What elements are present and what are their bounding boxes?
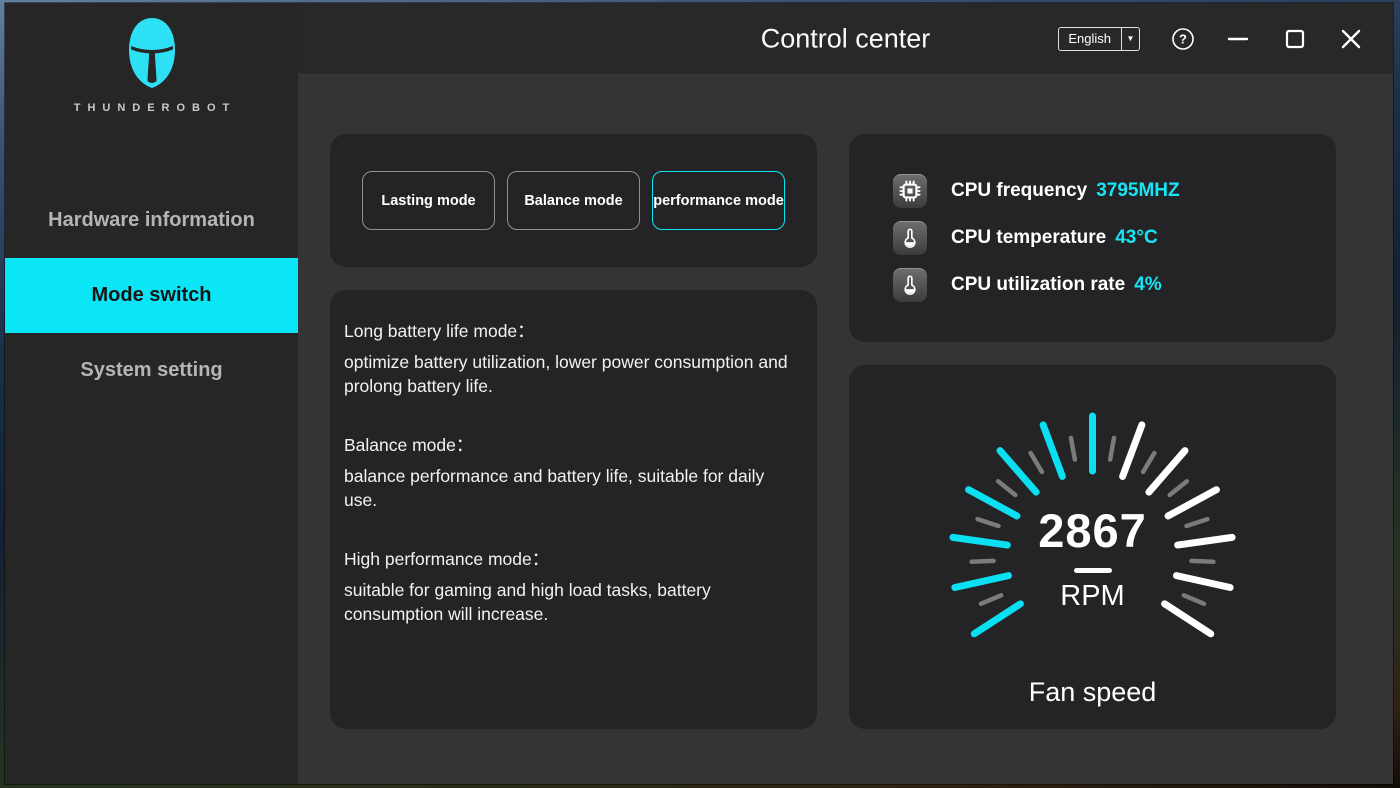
- description-body: balance performance and battery life, su…: [344, 464, 797, 512]
- app-window: THUNDEROBOT Hardware information Mode sw…: [5, 3, 1393, 784]
- stat-value: 43°C: [1115, 227, 1157, 249]
- balance-mode-button[interactable]: Balance mode: [507, 171, 640, 230]
- minimize-button[interactable]: [1225, 26, 1251, 52]
- close-button[interactable]: [1338, 26, 1364, 52]
- svg-text:?: ?: [1179, 31, 1187, 46]
- thunderobot-helmet-icon: [120, 15, 184, 91]
- description-balance: Balance mode： balance performance and ba…: [344, 432, 797, 512]
- thermometer-icon: [893, 221, 927, 255]
- language-selector-value: English: [1059, 28, 1121, 50]
- mode-button-row: Lasting mode Balance mode performance mo…: [330, 134, 817, 230]
- sidebar-item-system-setting[interactable]: System setting: [5, 333, 298, 408]
- stat-value: 3795MHZ: [1096, 180, 1179, 202]
- help-button[interactable]: ?: [1171, 27, 1195, 51]
- language-selector[interactable]: English ▼: [1058, 27, 1140, 51]
- cpu-temperature-row: CPU temperature 43°C: [893, 221, 1336, 255]
- description-heading: Long battery life mode：: [344, 318, 797, 344]
- mode-switch-card: Lasting mode Balance mode performance mo…: [330, 134, 817, 267]
- performance-mode-button[interactable]: performance mode: [652, 171, 785, 230]
- help-icon: ?: [1171, 27, 1195, 51]
- cpu-frequency-row: CPU frequency 3795MHZ: [893, 174, 1336, 208]
- cpu-chip-icon: [893, 174, 927, 208]
- description-heading: High performance mode：: [344, 546, 797, 572]
- fan-rpm-value: 2867: [849, 507, 1336, 554]
- maximize-icon: [1282, 26, 1308, 52]
- description-high-performance: High performance mode： suitable for gami…: [344, 546, 797, 626]
- description-long-battery: Long battery life mode： optimize battery…: [344, 318, 797, 398]
- stat-value: 4%: [1134, 274, 1161, 296]
- fan-readout: 2867 RPM: [849, 507, 1336, 613]
- cpu-stats-card: CPU frequency 3795MHZ CPU temperature 43…: [849, 134, 1336, 342]
- brand-name: THUNDEROBOT: [5, 102, 298, 114]
- sidebar-item-mode-switch[interactable]: Mode switch: [5, 258, 298, 333]
- sidebar-menu: Hardware information Mode switch System …: [5, 183, 298, 408]
- stat-label: CPU frequency: [951, 180, 1087, 202]
- description-body: optimize battery utilization, lower powe…: [344, 350, 797, 398]
- stat-label: CPU temperature: [951, 227, 1106, 249]
- fan-dash-divider: [1074, 568, 1112, 573]
- mode-descriptions-card: Long battery life mode： optimize battery…: [330, 290, 817, 729]
- brand-logo: THUNDEROBOT: [5, 3, 298, 114]
- description-body: suitable for gaming and high load tasks,…: [344, 578, 797, 626]
- fan-speed-card: 2867 RPM Fan speed: [849, 365, 1336, 729]
- sidebar-item-hardware-information[interactable]: Hardware information: [5, 183, 298, 258]
- description-heading: Balance mode：: [344, 432, 797, 458]
- titlebar: Control center English ▼ ?: [298, 3, 1393, 75]
- fan-rpm-unit: RPM: [849, 580, 1336, 613]
- thermometer-icon: [893, 268, 927, 302]
- main-content: Lasting mode Balance mode performance mo…: [298, 76, 1393, 784]
- chevron-down-icon[interactable]: ▼: [1121, 28, 1139, 50]
- maximize-button[interactable]: [1282, 26, 1308, 52]
- stat-label: CPU utilization rate: [951, 274, 1125, 296]
- cpu-utilization-row: CPU utilization rate 4%: [893, 268, 1336, 302]
- close-icon: [1338, 26, 1364, 52]
- minimize-icon: [1225, 26, 1251, 52]
- sidebar: THUNDEROBOT Hardware information Mode sw…: [5, 3, 298, 784]
- fan-speed-label: Fan speed: [849, 677, 1336, 708]
- lasting-mode-button[interactable]: Lasting mode: [362, 171, 495, 230]
